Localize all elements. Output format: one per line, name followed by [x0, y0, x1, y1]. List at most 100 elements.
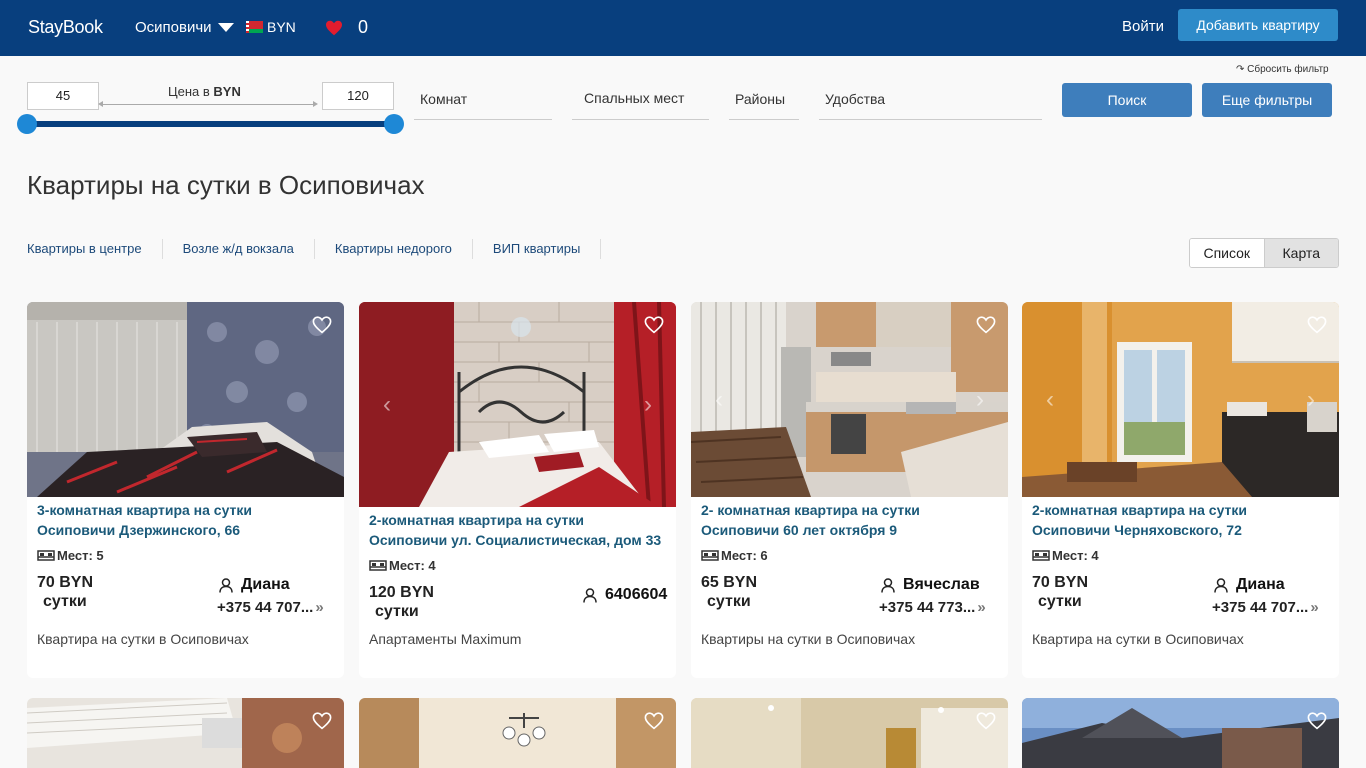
favorite-heart-icon[interactable] [644, 712, 664, 730]
listing-description: Апартаменты Maximum [369, 631, 522, 647]
listing-description: Квартира на сутки в Осиповичах [1032, 631, 1244, 647]
listing-title-link[interactable]: 3-комнатная квартира на сутки Осиповичи … [37, 500, 337, 540]
quick-link-vip[interactable]: ВИП квартиры [493, 239, 602, 259]
listing-price-value: 70 BYN [37, 574, 94, 591]
listing-title-line1: 2-комнатная квартира на сутки [369, 512, 585, 528]
page-title: Квартиры на сутки в Осиповичах [27, 170, 425, 200]
listing-price-period: сутки [375, 603, 419, 620]
listing-owner: 6406604 [583, 586, 667, 604]
more-filters-button[interactable]: Еще фильтры [1202, 83, 1332, 117]
listing-owner-name: Диана [1236, 576, 1285, 593]
quick-links: Квартиры в центре Возле ж/д вокзала Квар… [27, 239, 621, 259]
favorite-heart-icon[interactable] [976, 712, 996, 730]
quick-link-cheap[interactable]: Квартиры недорого [335, 239, 473, 259]
city-selector[interactable]: Осиповичи [135, 19, 234, 36]
listing-price: 65 BYN сутки [701, 573, 757, 611]
add-apartment-button[interactable]: Добавить квартиру [1178, 9, 1338, 41]
listing-photo[interactable] [359, 698, 676, 768]
listing-title-line2: Осиповичи Дзержинского, 66 [37, 522, 241, 538]
favorite-heart-icon[interactable] [312, 712, 332, 730]
listing-price-value: 70 BYN [1032, 574, 1089, 591]
listing-owner: Вячеслав [881, 576, 980, 594]
listing-photo[interactable]: ‹ › [359, 302, 676, 507]
chevron-right-icon: » [977, 599, 986, 616]
quick-link-center[interactable]: Квартиры в центре [27, 239, 163, 259]
kitchen-photo [691, 302, 1008, 497]
view-list-button[interactable]: Список [1190, 239, 1264, 267]
price-slider-track[interactable] [27, 121, 394, 127]
bedroom-photo [359, 302, 676, 507]
photo-prev-icon[interactable]: ‹ [715, 386, 723, 414]
favorite-heart-icon[interactable] [1307, 316, 1327, 334]
listing-places-text: Мест: 5 [57, 548, 104, 563]
districts-select[interactable]: Районы [729, 82, 799, 120]
price-max-input[interactable]: 120 [322, 82, 394, 110]
quick-link-station[interactable]: Возле ж/д вокзала [183, 239, 315, 259]
listing-photo[interactable]: ‹ › [1022, 302, 1339, 497]
favorites-link[interactable]: 0 [325, 17, 368, 38]
chevron-right-icon: » [315, 599, 324, 616]
listing-card[interactable] [359, 698, 676, 768]
listing-title-link[interactable]: 2-комнатная квартира на сутки Осиповичи … [1032, 500, 1332, 540]
user-icon [583, 587, 597, 603]
listing-photo[interactable] [691, 698, 1008, 768]
photo-prev-icon[interactable]: ‹ [1046, 386, 1054, 414]
price-slider-min-handle[interactable] [17, 114, 37, 134]
listing-places-text: Мест: 4 [389, 558, 436, 573]
listing-phone-number: +375 44 707... [217, 599, 314, 616]
favorite-heart-icon[interactable] [1307, 712, 1327, 730]
listing-card[interactable] [27, 698, 344, 768]
listing-title-line1: 2-комнатная квартира на сутки [1032, 502, 1248, 518]
favorite-heart-icon[interactable] [312, 316, 332, 334]
currency-label: BYN [267, 19, 296, 35]
listing-photo[interactable]: ‹ › [691, 302, 1008, 497]
listing-title-line1: 3-комнатная квартира на сутки [37, 502, 253, 518]
listing-card[interactable]: ‹ › 2-комнатная квартира на сутки Осипов… [359, 302, 676, 678]
listing-places: Мест: 6 [701, 548, 768, 563]
listing-owner-name: Вячеслав [903, 576, 980, 593]
listing-card[interactable]: ‹ › 2-комнатная квартира на сутки Осипов… [1022, 302, 1339, 678]
price-range-arrow [98, 101, 318, 107]
search-button[interactable]: Поиск [1062, 83, 1192, 117]
listing-title-link[interactable]: 2-комнатная квартира на сутки Осиповичи … [369, 510, 669, 550]
price-slider-max-handle[interactable] [384, 114, 404, 134]
sleeping-places-select[interactable]: Спальных мест [572, 82, 709, 120]
currency-selector[interactable]: BYN [246, 19, 296, 35]
logo[interactable]: StayBook [28, 17, 103, 38]
listing-card[interactable]: ‹ › 2- комнатная квартира на сутки Осипо… [691, 302, 1008, 678]
city-label: Осиповичи [135, 19, 212, 36]
listing-price-period: сутки [707, 593, 751, 610]
view-map-button[interactable]: Карта [1263, 239, 1338, 267]
listing-title-link[interactable]: 2- комнатная квартира на сутки Осиповичи… [701, 500, 1001, 540]
listing-photo[interactable] [1022, 698, 1339, 768]
photo-prev-icon[interactable]: ‹ [383, 391, 391, 419]
price-min-input[interactable]: 45 [27, 82, 99, 110]
listing-price-value: 120 BYN [369, 584, 434, 601]
bed-icon [369, 559, 387, 571]
listing-owner-name: 6406604 [605, 586, 668, 603]
favorite-heart-icon[interactable] [644, 316, 664, 334]
listing-card[interactable] [1022, 698, 1339, 768]
photo-next-icon[interactable]: › [1307, 386, 1315, 414]
photo-next-icon[interactable]: › [644, 391, 652, 419]
listing-description: Квартиры на сутки в Осиповичах [701, 631, 916, 647]
listing-price-value: 65 BYN [701, 574, 758, 591]
user-icon [219, 577, 233, 593]
listing-phone[interactable]: +375 44 707... » [217, 599, 324, 616]
listing-card[interactable]: 3-комнатная квартира на сутки Осиповичи … [27, 302, 344, 678]
favorite-heart-icon[interactable] [976, 316, 996, 334]
listing-phone[interactable]: +375 44 707... » [1212, 599, 1319, 616]
amenities-select[interactable]: Удобства [819, 82, 1042, 120]
listing-photo[interactable] [27, 698, 344, 768]
rooms-select[interactable]: Комнат [414, 82, 552, 120]
listing-places-text: Мест: 4 [1052, 548, 1099, 563]
listing-price: 70 BYN сутки [1032, 573, 1088, 611]
listing-owner: Диана [1214, 576, 1285, 594]
listing-photo[interactable] [27, 302, 344, 497]
login-link[interactable]: Войти [1122, 18, 1164, 35]
listing-phone[interactable]: +375 44 773... » [879, 599, 986, 616]
listing-card[interactable] [691, 698, 1008, 768]
reset-filter-link[interactable]: ↷ Сбросить фильтр [1236, 64, 1329, 75]
user-icon [881, 577, 895, 593]
photo-next-icon[interactable]: › [976, 386, 984, 414]
